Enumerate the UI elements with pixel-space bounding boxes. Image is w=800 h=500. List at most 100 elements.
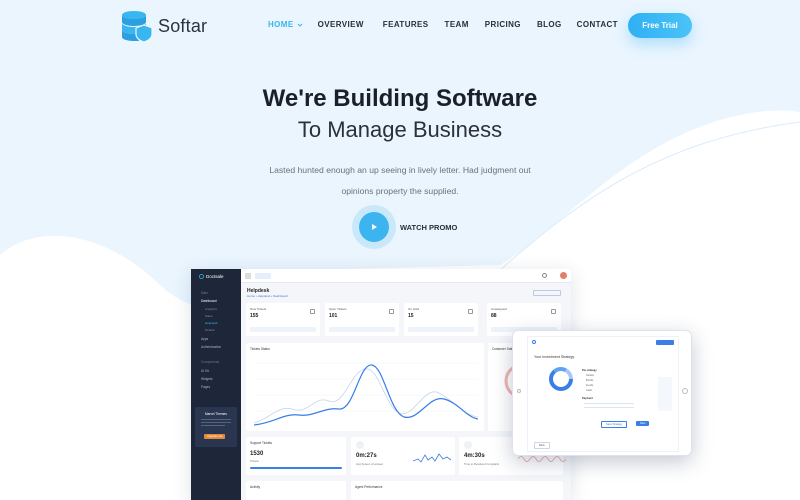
legend-item: Cash	[586, 389, 593, 392]
watch-promo-label: WATCH PROMO	[400, 222, 458, 232]
stat-footer	[329, 327, 395, 332]
support-tickets-value: 1530	[250, 451, 264, 457]
pause-icon	[468, 309, 473, 314]
sidebar-item-dashboard[interactable]: Dashboard	[201, 299, 217, 303]
resolution-time-value: 4m:30s	[464, 453, 485, 459]
nav-item-home[interactable]: HOME	[268, 20, 303, 29]
tablet-camera	[517, 389, 521, 393]
brand-name: Softar	[158, 15, 208, 36]
stat-label: Open Tickets	[329, 307, 347, 311]
next-button[interactable]: Next	[636, 421, 650, 426]
stat-card-on-hold: On Hold 15	[404, 303, 478, 336]
legend-item: Stocks	[586, 374, 594, 377]
sidebar-sub-sales[interactable]: Sales	[205, 314, 213, 318]
stat-value: 101	[329, 313, 338, 319]
nav-item-pricing[interactable]: PRICING	[485, 20, 521, 29]
avg-response-label: Avg Syteen of answer	[356, 462, 384, 466]
stat-card-open-tickets: Open Tickets 101	[325, 303, 399, 336]
dashboard-sidebar: Doctsale Main Dashboard Analytics Sales …	[191, 269, 241, 500]
legend-title: Pie strategy	[582, 369, 597, 372]
inbox-icon	[389, 309, 394, 314]
tablet-top-button[interactable]	[656, 340, 674, 345]
sidebar-upgrade-button[interactable]: Upgrade now	[204, 434, 226, 439]
nav-item-team[interactable]: TEAM	[445, 20, 469, 29]
sidebar-item-pages[interactable]: Pages	[201, 385, 210, 389]
lock-icon	[551, 309, 556, 314]
database-shield-icon	[122, 11, 153, 42]
sidebar-item-uikit[interactable]: UI Kit	[201, 369, 209, 373]
play-icon	[359, 212, 389, 242]
tickets-status-panel: Tickets Status	[246, 343, 484, 431]
clock-icon	[464, 441, 472, 449]
sidebar-section-components: Components	[201, 360, 220, 364]
activity-panel: Activity	[246, 481, 346, 500]
dashboard-brand-name: Doctsale	[206, 274, 224, 279]
hero-description: Lasted hunted enough an up seeing in liv…	[269, 165, 531, 196]
sidebar-promo-card: Marvel Themes Upgrade now	[195, 407, 237, 447]
nav-item-features[interactable]: FEATURES	[383, 20, 429, 29]
chevron-down-icon	[297, 23, 302, 27]
agent-performance-panel: Agent Performance	[351, 481, 563, 500]
support-tickets-label: Tickets	[250, 459, 259, 463]
stat-value: 15	[408, 313, 414, 319]
logo[interactable]: Softar	[120, 10, 207, 42]
topbar-pill[interactable]	[255, 273, 271, 279]
notification-icon[interactable]	[542, 273, 547, 278]
avg-response-panel: 0m:27s Avg Syteen of answer	[351, 437, 455, 475]
play-ring	[352, 205, 396, 249]
date-range-picker[interactable]	[533, 290, 561, 296]
stat-card-new-tickets: New Tickets 155	[246, 303, 320, 336]
sidebar-sub-default[interactable]: Default	[205, 328, 215, 332]
resolution-time-label: Time to Resolved Complaint	[464, 462, 500, 466]
tablet-screen: Your Investment Strategy Pie strategy St…	[527, 336, 679, 452]
free-trial-button[interactable]: Free Trial	[628, 13, 692, 38]
sidebar-item-authentication[interactable]: Authentication	[201, 345, 221, 349]
tickets-status-title: Tickets Status	[250, 347, 270, 351]
sidebar-item-widgets[interactable]: Widgets	[201, 377, 213, 381]
hero-title: We're Building Software	[262, 85, 538, 112]
hero-subtitle: To Manage Business	[297, 117, 503, 142]
back-button[interactable]: Back	[534, 442, 550, 449]
stat-label: Unassigned	[491, 307, 507, 311]
tablet-home-button	[682, 388, 688, 394]
sidebar-item-apps[interactable]: Apps	[201, 337, 208, 341]
sidebar-card-title: Marvel Themes	[205, 412, 227, 416]
payment-section: Payment	[582, 397, 593, 400]
nav-item-blog[interactable]: BLOG	[537, 20, 562, 29]
dashboard-brand: Doctsale	[199, 274, 224, 279]
stat-label: New Tickets	[250, 307, 267, 311]
stat-value: 155	[250, 313, 259, 319]
phone-icon	[356, 441, 364, 449]
strategy-donut	[549, 367, 573, 391]
stat-label: On Hold	[408, 307, 420, 311]
stat-footer	[250, 327, 316, 332]
nav-item-contact[interactable]: CONTACT	[577, 20, 618, 29]
legend-item: Funds	[586, 384, 594, 387]
dashboard-topbar	[241, 269, 571, 283]
save-strategy-button[interactable]: Save Strategy	[601, 421, 628, 428]
activity-title: Activity	[250, 485, 261, 489]
tablet-title: Your Investment Strategy	[534, 355, 575, 359]
response-sparkline	[413, 453, 451, 463]
brand-logo-icon	[199, 274, 204, 279]
legend-item: Bonds	[586, 379, 594, 382]
watch-promo-button[interactable]: WATCH PROMO	[352, 205, 457, 249]
stat-value: 88	[491, 313, 497, 319]
dashboard-breadcrumb: Home • Helpdesk • Dashboard	[247, 294, 288, 298]
main-menu: HOME OVERVIEW FEATURES TEAM PRICING BLOG…	[268, 20, 618, 29]
sidebar-sub-helpdesk[interactable]: Helpdesk	[205, 321, 218, 325]
tickets-line-chart	[254, 362, 478, 426]
stat-footer	[408, 327, 474, 332]
tablet-logo-icon	[532, 340, 536, 344]
ticket-icon	[310, 309, 315, 314]
menu-icon[interactable]	[245, 273, 251, 279]
avatar[interactable]	[560, 272, 567, 279]
tablet-side-panel	[658, 377, 672, 411]
sidebar-section-main: Main	[201, 291, 208, 295]
support-tickets-panel: Support Tickets 1530 Tickets	[246, 437, 346, 475]
top-navigation: Softar HOME OVERVIEW FEATURES TEAM PRICI…	[0, 0, 800, 52]
tablet-preview: Your Investment Strategy Pie strategy St…	[512, 330, 692, 456]
avg-response-value: 0m:27s	[356, 453, 377, 459]
sidebar-sub-analytics[interactable]: Analytics	[205, 307, 217, 311]
nav-item-overview[interactable]: OVERVIEW	[318, 20, 364, 29]
